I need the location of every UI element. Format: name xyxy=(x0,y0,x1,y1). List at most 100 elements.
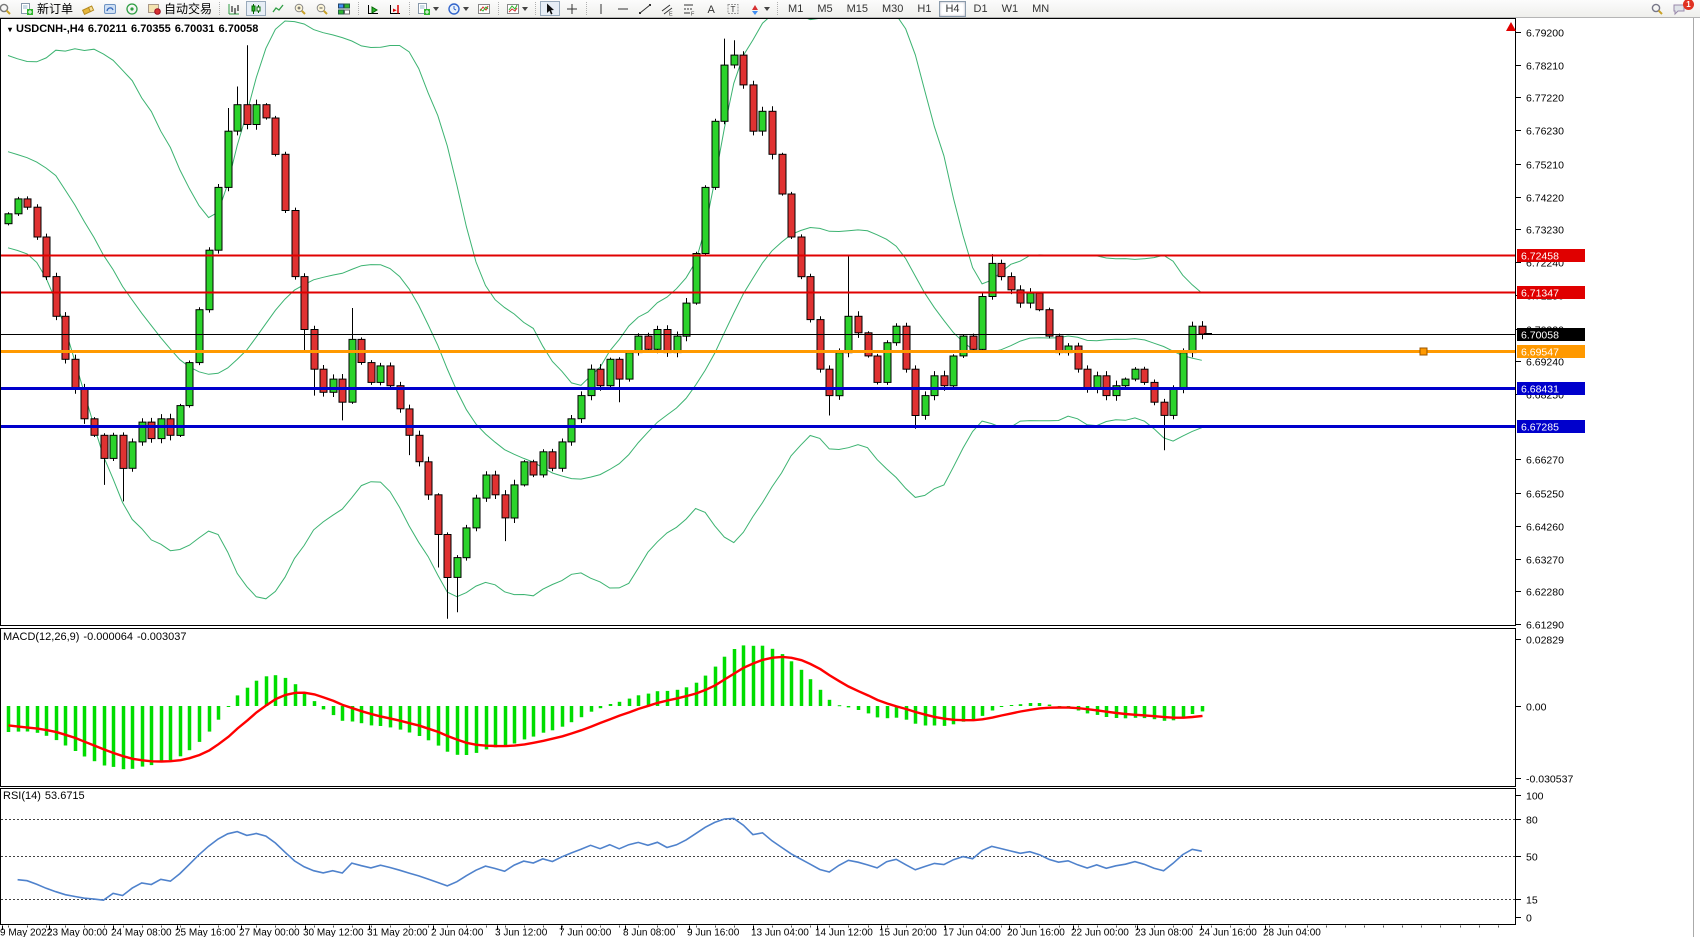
svg-text:6.63270: 6.63270 xyxy=(1526,555,1564,567)
svg-text:15: 15 xyxy=(1526,895,1538,907)
tab-timeframe-mn[interactable]: MN xyxy=(1026,1,1055,17)
cursor-tool-button[interactable] xyxy=(540,1,560,16)
chevron-down-icon xyxy=(764,7,770,11)
time-axis-label: 17 Jun 04:00 xyxy=(943,928,1001,937)
zoom-out-button[interactable] xyxy=(312,1,332,16)
svg-text:A: A xyxy=(708,4,716,16)
svg-text:6.70058: 6.70058 xyxy=(1521,330,1559,342)
crosshair-tool-button[interactable] xyxy=(562,1,582,16)
svg-text:-0.030537: -0.030537 xyxy=(1526,774,1573,786)
text-label-tool-button[interactable]: T xyxy=(723,1,743,16)
new-order-icon xyxy=(20,2,34,16)
chart-shift-button[interactable] xyxy=(385,1,405,16)
auto-trading-icon xyxy=(147,2,161,16)
toolbar-separator xyxy=(535,2,536,15)
time-axis-label: 31 May 20:00 xyxy=(367,928,428,937)
tile-windows-icon xyxy=(337,2,351,16)
tab-timeframe-w1[interactable]: W1 xyxy=(996,1,1025,17)
svg-text:0: 0 xyxy=(1526,913,1532,925)
toolbar-separator xyxy=(498,2,499,15)
time-axis-label: 24 May 08:00 xyxy=(111,928,172,937)
svg-text:6.66270: 6.66270 xyxy=(1526,455,1564,467)
main-toolbar: 新订单 自动交易 xyxy=(0,0,1700,18)
new-order-label: 新订单 xyxy=(37,0,73,17)
search-icon xyxy=(1650,2,1664,16)
eraser-button[interactable] xyxy=(78,1,98,16)
svg-text:0.00: 0.00 xyxy=(1526,702,1547,714)
indicators-icon xyxy=(417,2,431,16)
zoom-in-icon xyxy=(293,2,307,16)
fibonacci-tool-button[interactable]: F xyxy=(679,1,699,16)
svg-text:6.78210: 6.78210 xyxy=(1526,61,1564,73)
chart-canvas[interactable]: 6.792006.782106.772206.762306.752106.742… xyxy=(0,0,1700,937)
signals-button[interactable] xyxy=(122,1,142,16)
toolbar-separator xyxy=(586,2,587,15)
chart-type-button[interactable] xyxy=(503,1,531,16)
cursor-icon xyxy=(543,2,557,16)
metaeditor-button[interactable] xyxy=(100,1,120,16)
svg-text:6.75210: 6.75210 xyxy=(1526,160,1564,172)
time-axis-label: 9 Jun 16:00 xyxy=(687,928,740,937)
svg-text:6.77220: 6.77220 xyxy=(1526,93,1564,105)
tab-timeframe-h1[interactable]: H1 xyxy=(911,1,937,17)
search-button[interactable] xyxy=(1647,1,1667,16)
horizontal-line-tool-button[interactable] xyxy=(613,1,633,16)
svg-text:6.64260: 6.64260 xyxy=(1526,522,1564,534)
arrows-tool-button[interactable] xyxy=(745,1,773,16)
scroll-to-end-marker[interactable] xyxy=(1506,22,1516,31)
time-axis-label: 14 Jun 12:00 xyxy=(815,928,873,937)
equidistant-channel-tool-button[interactable]: E xyxy=(657,1,677,16)
search-tool-button[interactable] xyxy=(0,1,15,16)
bar-chart-button[interactable] xyxy=(224,1,244,16)
mt4-terminal: 新订单 自动交易 xyxy=(0,0,1700,937)
macd-panel-border xyxy=(1,629,1516,787)
svg-text:E: E xyxy=(669,11,673,16)
line-handle[interactable] xyxy=(1420,348,1427,355)
time-axis-label: 25 May 16:00 xyxy=(175,928,236,937)
macd-signal-line xyxy=(9,657,1203,762)
notifications-button[interactable]: 1 xyxy=(1669,1,1690,16)
tab-timeframe-m15[interactable]: M15 xyxy=(841,1,874,17)
zoom-in-button[interactable] xyxy=(290,1,310,16)
periods-button[interactable] xyxy=(444,1,472,16)
templates-icon xyxy=(477,2,491,16)
search-icon xyxy=(0,2,12,16)
trendline-tool-button[interactable] xyxy=(635,1,655,16)
chevron-down-icon xyxy=(433,7,439,11)
new-order-button[interactable]: 新订单 xyxy=(17,1,76,16)
trendline-icon xyxy=(638,2,652,16)
candlestick-chart-icon xyxy=(249,2,263,16)
rsi-line xyxy=(18,819,1202,901)
svg-text:6.69547: 6.69547 xyxy=(1521,347,1559,359)
time-axis-label: 13 Jun 04:00 xyxy=(751,928,809,937)
text-tool-button[interactable]: A xyxy=(701,1,721,16)
auto-trading-button[interactable]: 自动交易 xyxy=(144,1,215,16)
svg-text:80: 80 xyxy=(1526,815,1538,827)
price-panel-border xyxy=(1,19,1516,626)
toolbar-separator xyxy=(409,2,410,15)
line-chart-button[interactable] xyxy=(268,1,288,16)
text-label-icon: T xyxy=(726,2,740,16)
svg-text:6.62280: 6.62280 xyxy=(1526,587,1564,599)
tab-timeframe-h4[interactable]: H4 xyxy=(939,1,965,17)
periods-icon xyxy=(447,2,461,16)
line-chart-icon xyxy=(271,2,285,16)
indicators-button[interactable] xyxy=(414,1,442,16)
zoom-out-icon xyxy=(315,2,329,16)
candles-layer xyxy=(5,39,1206,619)
vertical-line-tool-button[interactable] xyxy=(591,1,611,16)
svg-text:6.73230: 6.73230 xyxy=(1526,225,1564,237)
time-axis-label: 15 Jun 20:00 xyxy=(879,928,937,937)
tile-windows-button[interactable] xyxy=(334,1,354,16)
templates-button[interactable] xyxy=(474,1,494,16)
tab-timeframe-m30[interactable]: M30 xyxy=(876,1,909,17)
auto-scroll-button[interactable] xyxy=(363,1,383,16)
tab-timeframe-d1[interactable]: D1 xyxy=(968,1,994,17)
svg-text:6.68431: 6.68431 xyxy=(1521,384,1559,396)
tab-timeframe-m5[interactable]: M5 xyxy=(811,1,838,17)
chart-shift-icon xyxy=(388,2,402,16)
auto-trading-label: 自动交易 xyxy=(164,0,212,17)
candlestick-chart-button[interactable] xyxy=(246,1,266,16)
fibonacci-icon: F xyxy=(682,2,696,16)
tab-timeframe-m1[interactable]: M1 xyxy=(782,1,809,17)
